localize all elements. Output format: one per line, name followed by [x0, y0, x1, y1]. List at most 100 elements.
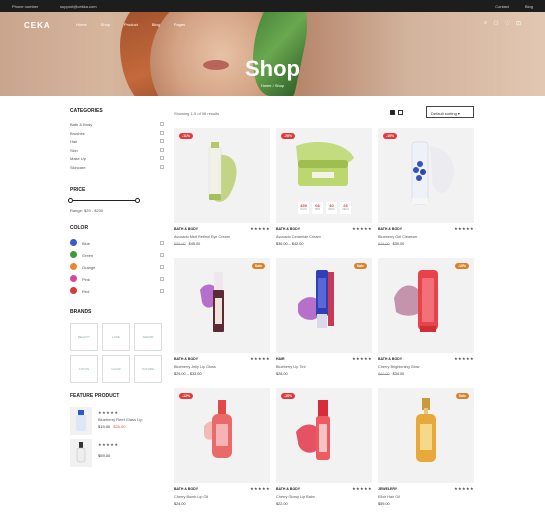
- checkbox[interactable]: [160, 288, 164, 293]
- nav-item-product[interactable]: Product: [124, 22, 138, 27]
- product-card[interactable]: Sale HAIR ★★★★★ Blueberry Lip Tint $28.0…: [276, 258, 372, 385]
- featured-product-image[interactable]: [70, 439, 92, 467]
- nav-item-blog[interactable]: Blog: [152, 22, 160, 27]
- nav-item-shop[interactable]: Shop: [101, 22, 110, 27]
- product-name[interactable]: Cherry Glowy Lip Balm: [276, 495, 315, 499]
- checkbox[interactable]: [160, 130, 164, 135]
- site-logo[interactable]: CEKA: [24, 21, 51, 30]
- brand-logo[interactable]: BEAUTY: [70, 323, 98, 351]
- color-item[interactable]: Green: [70, 251, 166, 263]
- product-image[interactable]: -10%: [276, 388, 372, 483]
- sort-select[interactable]: Default sorting ▾: [426, 106, 474, 118]
- color-item[interactable]: Blue: [70, 239, 166, 251]
- product-image[interactable]: -11%: [174, 128, 270, 223]
- category-item[interactable]: Make Up: [70, 156, 166, 165]
- checkbox[interactable]: [160, 139, 164, 143]
- product-card[interactable]: Sale JEWELERY ★★★★★ Elixir Hair Oil $59.…: [378, 388, 474, 515]
- product-card[interactable]: Sale BATH & BODY ★★★★★ Blueberry Jelly L…: [174, 258, 270, 385]
- brand-logo[interactable]: LOTUS: [70, 355, 98, 383]
- color-item[interactable]: Orange: [70, 263, 166, 275]
- product-card[interactable]: -12% BATH & BODY ★★★★★ Cherry Bomb Lip O…: [174, 388, 270, 515]
- product-image[interactable]: -12%: [174, 388, 270, 483]
- contact-link[interactable]: Contact: [495, 4, 509, 9]
- nav-item-home[interactable]: Home: [76, 22, 87, 27]
- slider-max-handle[interactable]: [135, 197, 140, 203]
- product-meta: BATH & BODY ★★★★★ Blueberry Jelly Lip Gl…: [174, 353, 270, 385]
- category-item[interactable]: Hair: [70, 139, 166, 148]
- checkbox[interactable]: [160, 264, 164, 269]
- product-card[interactable]: -10% BATH & BODY ★★★★★ Cherry Glowy Lip …: [276, 388, 372, 515]
- price-title: PRICE: [70, 187, 86, 193]
- category-item[interactable]: Skin: [70, 147, 166, 157]
- product-name[interactable]: Blueberry Lip Tint: [276, 365, 306, 369]
- product-photo: [416, 398, 436, 462]
- product-card[interactable]: -20% 459 DAYS 08 HRS 40 MINS 26 SECS BATH & …: [276, 128, 372, 255]
- product-card[interactable]: -10% BATH & BODY ★★★★★ Blueberry Gel Cle…: [378, 128, 474, 255]
- main-nav: Home Shop Product Blog Pages: [76, 22, 185, 27]
- brand-logo[interactable]: NATURE: [134, 355, 162, 383]
- color-label: Blue: [82, 240, 91, 246]
- brands-title: BRANDS: [70, 309, 92, 315]
- checkbox[interactable]: [160, 156, 164, 160]
- slider-min-handle[interactable]: [68, 197, 73, 203]
- email-link[interactable]: support@cekka.com: [60, 4, 97, 9]
- brand-logo[interactable]: SERUM: [134, 323, 162, 351]
- product-price: $28.00: [276, 372, 288, 376]
- checkbox[interactable]: [160, 164, 164, 169]
- price-slider[interactable]: [68, 197, 140, 203]
- product-meta: HAIR ★★★★★ Blueberry Lip Tint $28.00: [276, 353, 372, 385]
- brand-logo[interactable]: LUXE: [102, 323, 130, 351]
- checkbox[interactable]: [160, 276, 164, 281]
- product-image[interactable]: Sale: [174, 258, 270, 353]
- featured-product[interactable]: ★★★★★ $59.00: [70, 439, 166, 471]
- view-toggle: [390, 110, 403, 115]
- product-image[interactable]: -15%: [378, 258, 474, 353]
- cart-icon[interactable]: ⊡: [516, 20, 521, 27]
- color-item[interactable]: Pink: [70, 275, 166, 287]
- product-meta: BATH & BODY ★★★★★ Avocado Melt Retinol E…: [174, 223, 270, 255]
- product-image[interactable]: Sale: [276, 258, 372, 353]
- breadcrumb[interactable]: Home / Shop: [0, 83, 545, 88]
- product-image[interactable]: -20% 459 DAYS 08 HRS 40 MINS 26 SECS: [276, 128, 372, 223]
- rating-stars: ★★★★★: [454, 356, 474, 361]
- color-label: Red: [82, 288, 90, 294]
- list-view-icon[interactable]: [398, 110, 403, 115]
- countdown-timer: 459 DAYS 08 HRS 40 MINS 26 SECS: [298, 202, 351, 214]
- grid-view-icon[interactable]: [390, 110, 395, 115]
- checkbox[interactable]: [160, 240, 164, 245]
- product-meta: JEWELERY ★★★★★ Elixir Hair Oil $59.00: [378, 483, 474, 515]
- account-icon[interactable]: ⚇: [493, 20, 498, 27]
- featured-product[interactable]: ★★★★★ Blueberry Reef Glass Lip $19.00 $25…: [70, 407, 166, 439]
- product-name[interactable]: Blueberry Gel Cleanser: [378, 235, 417, 239]
- color-swatch: [70, 251, 77, 258]
- checkbox[interactable]: [160, 122, 164, 126]
- category-item[interactable]: Skincare: [70, 164, 166, 174]
- featured-product-price: $19.00 $25.00: [98, 424, 126, 429]
- product-name[interactable]: Blueberry Jelly Lip Gloss: [174, 365, 216, 369]
- product-name[interactable]: Avocado Melt Retinol Eye Cream: [174, 235, 230, 239]
- category-item[interactable]: Brushes: [70, 130, 166, 140]
- blog-link[interactable]: Blog: [525, 4, 533, 9]
- search-icon[interactable]: ⌕: [484, 20, 487, 27]
- featured-product-image[interactable]: [70, 407, 92, 435]
- product-image[interactable]: Sale: [378, 388, 474, 483]
- product-brand: JEWELERY: [378, 487, 398, 491]
- nav-item-pages[interactable]: Pages: [174, 22, 185, 27]
- category-item[interactable]: Bath & Body: [70, 122, 166, 131]
- product-name[interactable]: Avocado Ceramide Cream: [276, 235, 321, 239]
- product-name[interactable]: Elixir Hair Oil: [378, 495, 400, 499]
- product-image[interactable]: -10%: [378, 128, 474, 223]
- product-name[interactable]: Cherry Bomb Lip Oil: [174, 495, 208, 499]
- featured-product-name[interactable]: Blueberry Reef Glass Lip: [98, 417, 142, 422]
- wishlist-icon[interactable]: ♡: [505, 20, 510, 27]
- color-title: COLOR: [70, 225, 89, 231]
- product-card[interactable]: -15% BATH & BODY ★★★★★ Cherry Brightenin…: [378, 258, 474, 385]
- product-meta: BATH & BODY ★★★★★ Avocado Ceramide Cream…: [276, 223, 372, 255]
- header-icons: ⌕ ⚇ ♡ ⊡: [484, 20, 521, 27]
- checkbox[interactable]: [160, 252, 164, 257]
- product-card[interactable]: -11% BATH & BODY ★★★★★ Avocado Melt Reti…: [174, 128, 270, 255]
- color-item[interactable]: Red: [70, 287, 166, 299]
- brand-logo[interactable]: GLOW: [102, 355, 130, 383]
- checkbox[interactable]: [160, 147, 164, 152]
- product-name[interactable]: Cherry Brightening Glow: [378, 365, 419, 369]
